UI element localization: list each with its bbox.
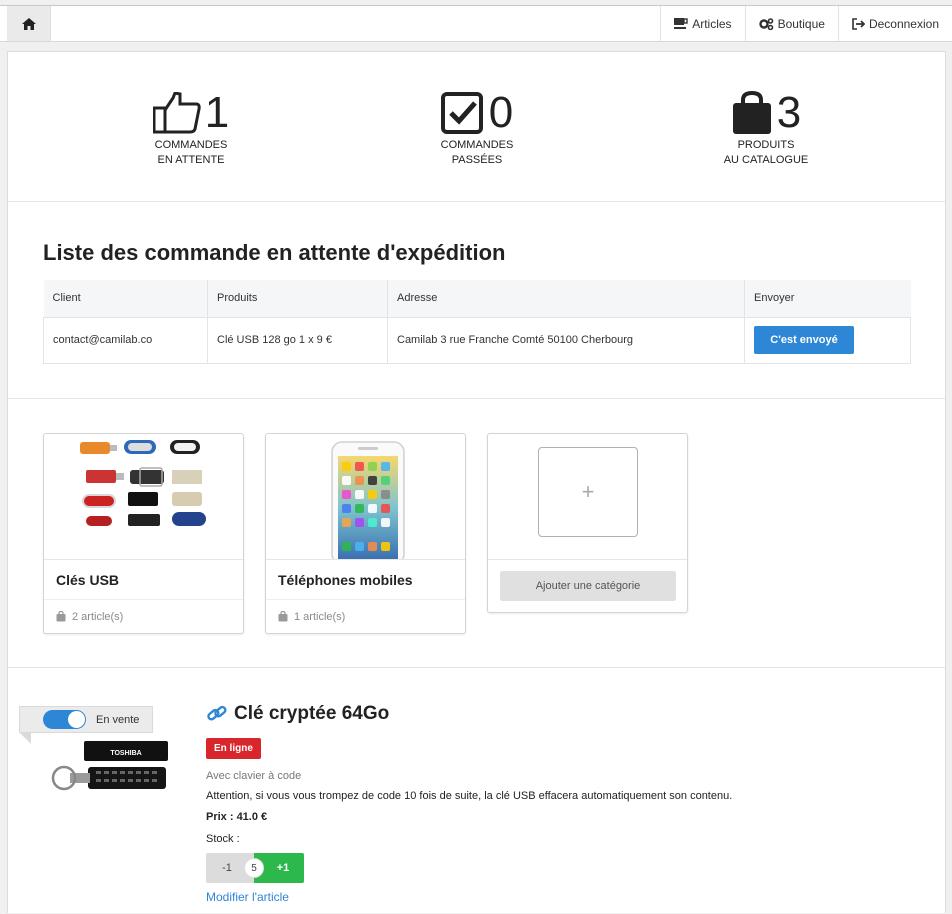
category-card-usb[interactable]: Clés USB 2 article(s): [43, 433, 244, 634]
category-name: Clés USB: [44, 560, 243, 600]
product-description: Attention, si vous vous trompez de code …: [206, 790, 733, 802]
product-section: En vente TOSHIBA Clé cryptée 64Go En lig…: [8, 669, 945, 914]
add-category-button[interactable]: Ajouter une catégorie: [500, 571, 676, 601]
orders-section: Liste des commande en attente d'expéditi…: [8, 203, 945, 399]
stock-label: Stock :: [206, 833, 240, 845]
col-client: Client: [43, 280, 208, 317]
shopping-bag-icon: [278, 611, 288, 622]
category-count: 2 article(s): [72, 610, 124, 623]
category-footer: 2 article(s): [44, 600, 243, 633]
product-subtitle: Avec clavier à code: [206, 770, 302, 782]
mark-sent-button[interactable]: C'est envoyé: [754, 326, 854, 354]
stat-pending-orders: 1 COMMANDES EN ATTENTE: [146, 88, 236, 168]
cell-address: Camilab 3 rue Franche Comté 50100 Cherbo…: [387, 316, 745, 364]
home-button[interactable]: [7, 6, 51, 41]
nav-logout-label: Deconnexion: [868, 16, 939, 31]
product-title: Clé cryptée 64Go: [234, 703, 390, 724]
usb-keys-image: [44, 434, 243, 560]
stat-value: 0: [488, 88, 514, 137]
stat-caption-line1: COMMANDES: [154, 139, 228, 151]
add-category-card: + Ajouter une catégorie: [487, 433, 688, 613]
category-name: Téléphones mobiles: [266, 560, 465, 600]
stat-value: 3: [776, 88, 802, 137]
edit-product-link[interactable]: Modifier l'article: [206, 890, 289, 904]
col-products: Produits: [207, 280, 388, 317]
status-badge: En ligne: [206, 738, 261, 759]
cell-products: Clé USB 128 go 1 x 9 €: [207, 316, 388, 364]
on-sale-toggle[interactable]: [43, 710, 86, 729]
categories-section: Clés USB 2 article(s) Téléphones mobiles…: [8, 400, 945, 668]
usb-brand-text: TOSHIBA: [110, 750, 141, 757]
cell-action: C'est envoyé: [744, 316, 911, 364]
sign-out-icon: [852, 17, 865, 30]
stock-value: 5: [244, 858, 264, 878]
col-send: Envoyer: [744, 280, 911, 317]
cell-client: contact@camilab.co: [43, 316, 208, 364]
stats-section: 1 COMMANDES EN ATTENTE 0 COMMANDES PASSÉ…: [8, 52, 945, 202]
orders-title: Liste des commande en attente d'expéditi…: [43, 240, 506, 265]
table-row: contact@camilab.co Clé USB 128 go 1 x 9 …: [43, 316, 911, 364]
shopping-bag-icon: [56, 611, 66, 622]
link-icon[interactable]: [206, 704, 228, 724]
home-icon: [21, 17, 36, 30]
nav-logout[interactable]: Deconnexion: [837, 6, 952, 41]
cogs-icon: [758, 17, 773, 30]
nav-boutique[interactable]: Boutique: [744, 6, 838, 41]
coffee-icon: [674, 18, 688, 29]
product-price: Prix : 41.0 €: [206, 811, 268, 823]
on-sale-label: En vente: [96, 713, 140, 726]
thumbs-up-icon: [152, 92, 201, 134]
stock-stepper: -1 5 +1: [206, 853, 304, 883]
category-card-phones[interactable]: Téléphones mobiles 1 article(s): [265, 433, 466, 634]
checkbox-icon: [440, 92, 483, 134]
stat-caption-line2: EN ATTENTE: [157, 154, 225, 166]
category-footer: 1 article(s): [266, 600, 465, 633]
nav-articles[interactable]: Articles: [660, 6, 744, 41]
shopping-bag-icon: [732, 91, 771, 134]
main-panel: 1 COMMANDES EN ATTENTE 0 COMMANDES PASSÉ…: [7, 51, 946, 913]
nav-boutique-label: Boutique: [777, 16, 825, 31]
stat-caption-line1: COMMANDES: [440, 139, 514, 151]
category-count: 1 article(s): [294, 610, 346, 623]
stat-past-orders: 0 COMMANDES PASSÉES: [432, 88, 522, 168]
nav-articles-label: Articles: [692, 16, 732, 31]
product-image: TOSHIBA: [51, 741, 168, 791]
top-navbar: Articles Boutique Deconnexion: [0, 5, 952, 42]
stat-caption-line2: PASSÉES: [451, 154, 503, 166]
stat-caption-line2: AU CATALOGUE: [723, 154, 809, 166]
stat-value: 1: [204, 88, 230, 137]
product-title-row: Clé cryptée 64Go: [206, 703, 389, 725]
col-address: Adresse: [387, 280, 745, 317]
plus-icon: +: [581, 479, 595, 504]
iphone-image: [266, 434, 465, 560]
add-image-placeholder[interactable]: +: [538, 447, 638, 537]
stat-caption-line1: PRODUITS: [737, 139, 795, 151]
orders-table: Client Produits Adresse Envoyer contact@…: [43, 280, 911, 364]
table-header-row: Client Produits Adresse Envoyer: [43, 280, 911, 317]
on-sale-toggle-badge: En vente: [19, 706, 153, 733]
stat-catalog-products: 3 PRODUITS AU CATALOGUE: [716, 88, 816, 168]
